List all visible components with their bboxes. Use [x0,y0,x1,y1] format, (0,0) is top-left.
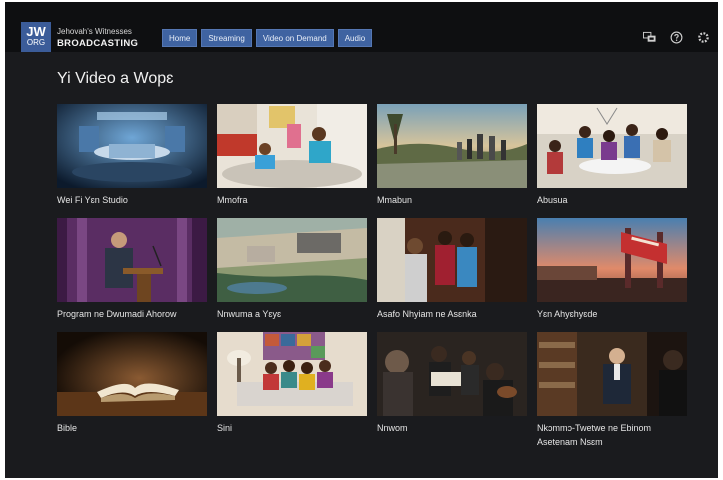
nav-audio-button[interactable]: Audio [337,29,373,47]
logo-jw-text: JW [26,24,46,39]
category-label: Nkɔmmɔ-Twetwe ne Ebinom Asetenam Nsɛm [537,423,652,447]
interviews-thumbnail [537,332,687,416]
language-icon[interactable] [643,31,656,44]
category-label: Mmofra [217,195,248,205]
work-thumbnail [217,218,367,302]
category-label: Asafo Nhyiam ne Asɛnka [377,309,477,319]
category-card-meetings[interactable]: Asafo Nhyiam ne Asɛnka [377,218,527,332]
header-icons [643,31,710,44]
programs-thumbnail [57,218,207,302]
category-card-children[interactable]: Mmofra [217,104,367,218]
category-label: Nnwuma a Yɛyɛ [217,309,282,319]
category-card-programs[interactable]: Program ne Dwumadi Ahorow [57,218,207,332]
category-card-organization[interactable]: Yɛn Ahyɛhyɛde [537,218,687,332]
category-label: Bible [57,423,78,433]
category-card-family[interactable]: Abusua [537,104,687,218]
category-card-music[interactable]: Nnwom [377,332,527,446]
bible-thumbnail [57,332,207,416]
main-nav: Home Streaming Video on Demand Audio [162,29,373,47]
page-title: Yi Video a Wopɛ [57,70,174,87]
organization-thumbnail [537,218,687,302]
help-icon[interactable] [670,31,683,44]
brand-subtitle: Jehovah's Witnesses [57,27,132,36]
category-label: Program ne Dwumadi Ahorow [57,309,177,319]
category-label: Wei Fi Yɛn Studio [57,195,128,205]
category-card-movies[interactable]: Sini [217,332,367,446]
category-label: Abusua [537,195,568,205]
nav-video-on-demand-button[interactable]: Video on Demand [255,29,334,47]
category-label: Nnwom [377,423,408,433]
family-thumbnail [537,104,687,188]
nav-streaming-button[interactable]: Streaming [201,29,252,47]
studio-thumbnail [57,104,207,188]
app-window: JW ORG Jehovah's Witnesses BROADCASTING … [5,2,718,478]
category-label: Mmabun [377,195,413,205]
logo-org-text: ORG [26,38,46,47]
children-thumbnail [217,104,367,188]
music-thumbnail [377,332,527,416]
category-card-interviews[interactable]: Nkɔmmɔ-Twetwe ne Ebinom Asetenam Nsɛm [537,332,687,447]
category-label: Yɛn Ahyɛhyɛde [537,309,598,319]
category-label: Sini [217,423,233,433]
category-card-work[interactable]: Nnwuma a Yɛyɛ [217,218,367,332]
settings-icon[interactable] [697,31,710,44]
movies-thumbnail [217,332,367,416]
category-card-studio[interactable]: Wei Fi Yɛn Studio [57,104,207,218]
jw-org-logo[interactable]: JW ORG [21,22,51,52]
top-bar: JW ORG Jehovah's Witnesses BROADCASTING … [5,2,718,52]
category-card-bible[interactable]: Bible [57,332,207,446]
youth-thumbnail [377,104,527,188]
brand-title: BROADCASTING [57,38,139,49]
nav-home-button[interactable]: Home [162,29,198,47]
meetings-thumbnail [377,218,527,302]
category-grid: Wei Fi Yɛn Studio Mmofra Mmabun Abusua P… [57,104,687,447]
category-card-youth[interactable]: Mmabun [377,104,527,218]
